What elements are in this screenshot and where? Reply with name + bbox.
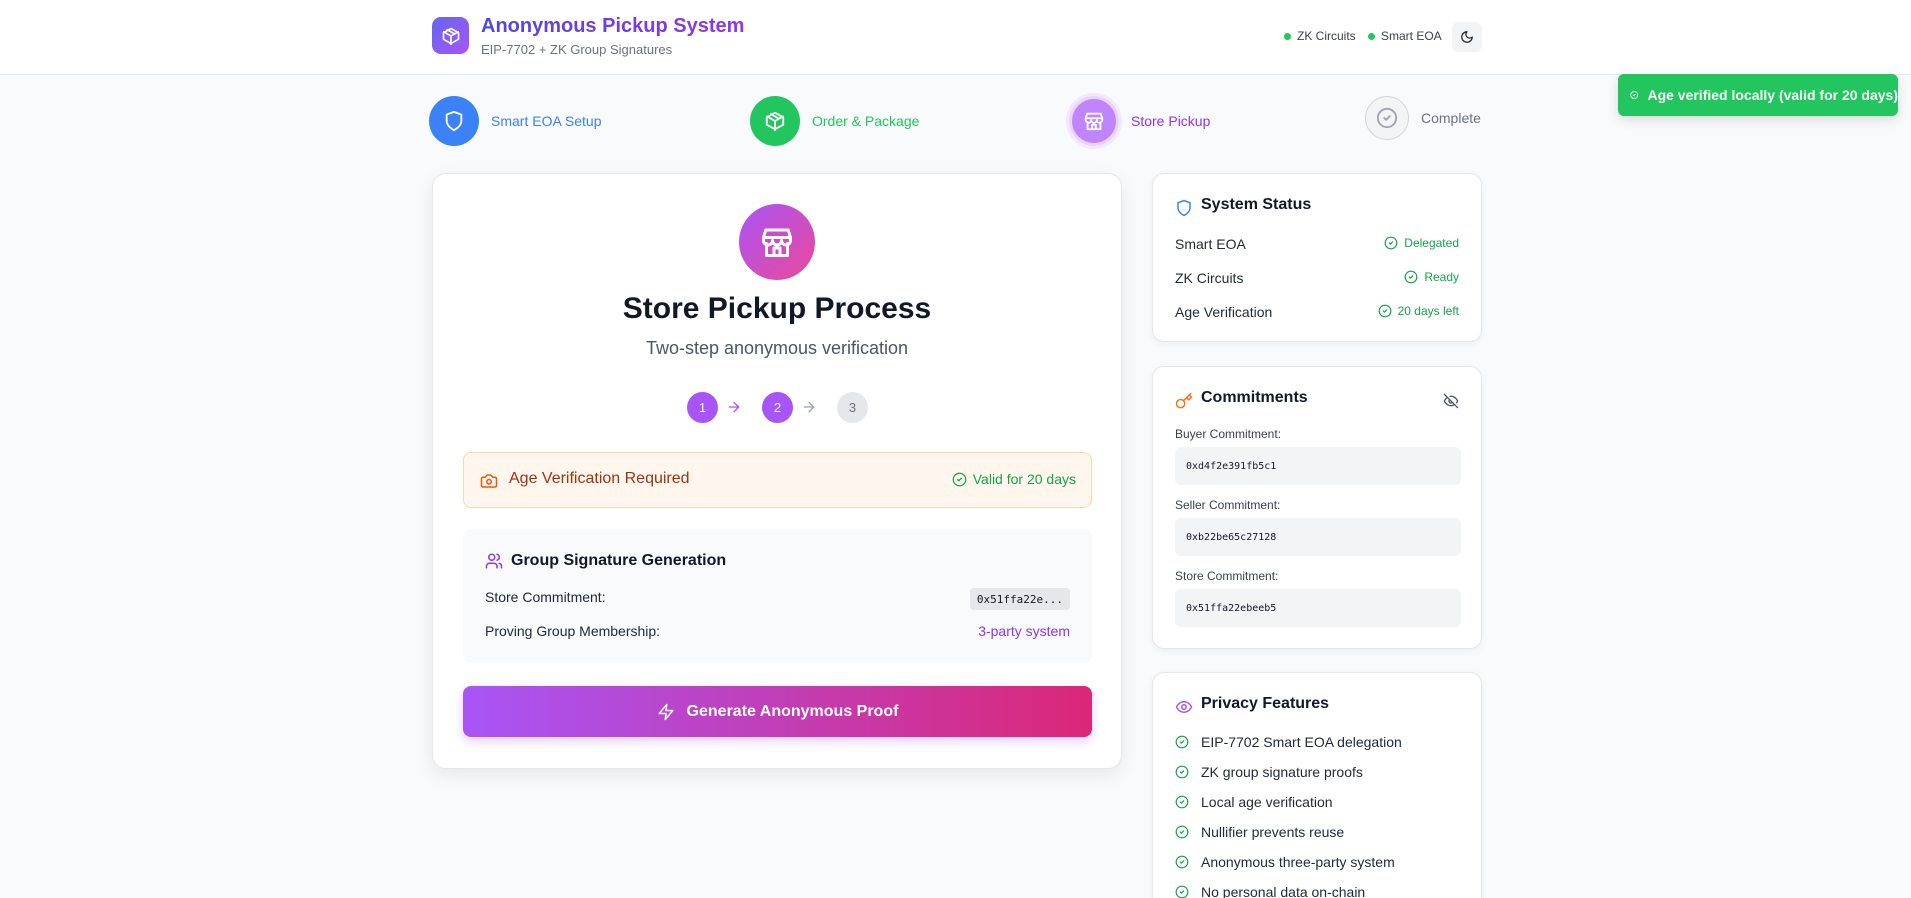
mini-step-1: 1 <box>687 392 718 423</box>
check-circle-icon <box>1365 96 1409 140</box>
success-toast: Age verified locally (valid for 20 days) <box>1618 74 1898 116</box>
buyer-commitment-label: Buyer Commitment: <box>1175 427 1282 441</box>
generate-proof-label: Generate Anonymous Proof <box>686 702 899 720</box>
check-circle-icon <box>952 472 967 486</box>
check-circle-icon <box>1404 270 1418 284</box>
proving-group-value: 3-party system <box>978 623 1070 639</box>
store-commitment-value: 0x51ffa22ebeeb5 <box>1175 589 1461 627</box>
online-dot-icon <box>1368 32 1375 40</box>
proving-group-label: Proving Group Membership: <box>485 623 661 639</box>
list-item: ZK group signature proofs <box>1175 764 1363 780</box>
arrow-right-icon <box>803 401 815 413</box>
step-complete[interactable]: Complete <box>1365 96 1481 140</box>
store-commitment-value: 0x51ffa22e... <box>969 588 1070 610</box>
commitments-title: Commitments <box>1201 389 1308 406</box>
check-circle-icon <box>1630 91 1639 99</box>
status-label-age-verification: Age Verification <box>1175 304 1273 320</box>
store-commitment-label: Store Commitment: <box>485 589 606 605</box>
page-title: Store Pickup Process <box>622 292 932 325</box>
store-icon <box>1069 96 1119 146</box>
mini-step-3: 3 <box>837 392 868 423</box>
store-commitment-label: Store Commitment: <box>1175 569 1279 583</box>
status-value-age-verification: 20 days left <box>1378 304 1459 318</box>
store-icon <box>739 204 815 280</box>
key-icon <box>1175 392 1193 409</box>
check-circle-icon <box>1175 765 1189 779</box>
theme-toggle-button[interactable] <box>1452 22 1482 52</box>
list-item: No personal data on-chain <box>1175 884 1365 898</box>
eye-icon <box>1175 701 1193 713</box>
age-verification-title: Age Verification Required <box>509 470 690 487</box>
check-circle-icon <box>1175 885 1189 898</box>
shield-icon <box>429 96 479 146</box>
zap-icon <box>658 703 674 720</box>
app-header: Anonymous Pickup System EIP-7702 + ZK Gr… <box>0 0 1911 75</box>
step-label: Order & Package <box>812 113 920 129</box>
age-validity: Valid for 20 days <box>952 471 1076 487</box>
list-item: Anonymous three-party system <box>1175 854 1395 870</box>
status-zk-circuits: ZK Circuits <box>1284 29 1356 43</box>
privacy-features-title: Privacy Features <box>1201 695 1330 712</box>
list-item: EIP-7702 Smart EOA delegation <box>1175 734 1402 750</box>
check-circle-icon <box>1175 855 1189 869</box>
step-smart-eoa-setup[interactable]: Smart EOA Setup <box>429 96 602 146</box>
generate-proof-button[interactable]: Generate Anonymous Proof <box>463 686 1092 737</box>
online-dot-icon <box>1284 32 1291 40</box>
arrow-right-icon <box>728 401 740 413</box>
check-circle-icon <box>1175 735 1189 749</box>
seller-commitment-value: 0xb22be65c27128 <box>1175 518 1461 556</box>
shield-icon <box>1177 199 1191 217</box>
check-circle-icon <box>1384 236 1398 250</box>
list-item: Nullifier prevents reuse <box>1175 824 1344 840</box>
check-circle-icon <box>1378 304 1392 318</box>
page-subtitle: Two-step anonymous verification <box>645 338 909 358</box>
check-circle-icon <box>1175 795 1189 809</box>
status-value-smart-eoa: Delegated <box>1384 236 1459 250</box>
status-smart-eoa: Smart EOA <box>1368 29 1442 43</box>
mini-step-2: 2 <box>762 392 793 423</box>
step-label: Complete <box>1421 110 1481 126</box>
eye-off-icon[interactable] <box>1443 393 1459 409</box>
buyer-commitment-value: 0xd4f2e391fb5c1 <box>1175 447 1461 485</box>
store-pickup-card: Store Pickup Process Two-step anonymous … <box>432 173 1122 769</box>
camera-icon <box>480 474 498 488</box>
status-label-zk-circuits: ZK Circuits <box>1175 270 1244 286</box>
app-subtitle: EIP-7702 + ZK Group Signatures <box>481 42 673 57</box>
users-icon <box>485 553 503 569</box>
check-circle-icon <box>1175 825 1189 839</box>
system-status-panel: System Status Smart EOA Delegated ZK Cir… <box>1152 173 1482 342</box>
privacy-features-panel: Privacy Features EIP-7702 Smart EOA dele… <box>1152 672 1482 898</box>
package-logo-icon <box>432 17 469 54</box>
system-status-title: System Status <box>1201 196 1312 213</box>
group-signature-panel: Group Signature Generation Store Commitm… <box>463 529 1092 663</box>
app-title: Anonymous Pickup System <box>481 15 745 37</box>
commitments-panel: Commitments Buyer Commitment: 0xd4f2e391… <box>1152 366 1482 649</box>
moon-icon <box>1461 31 1473 43</box>
package-icon <box>750 96 800 146</box>
seller-commitment-label: Seller Commitment: <box>1175 498 1281 512</box>
age-verification-banner: Age Verification Required Valid for 20 d… <box>463 452 1092 508</box>
step-order-package[interactable]: Order & Package <box>750 96 919 146</box>
toast-message: Age verified locally (valid for 20 days) <box>1647 87 1898 103</box>
step-label: Store Pickup <box>1131 113 1211 129</box>
step-store-pickup[interactable]: Store Pickup <box>1069 96 1210 146</box>
step-label: Smart EOA Setup <box>491 113 602 129</box>
group-signature-title: Group Signature Generation <box>511 552 727 569</box>
status-label-smart-eoa: Smart EOA <box>1175 236 1246 252</box>
list-item: Local age verification <box>1175 794 1333 810</box>
status-value-zk-circuits: Ready <box>1404 270 1459 284</box>
